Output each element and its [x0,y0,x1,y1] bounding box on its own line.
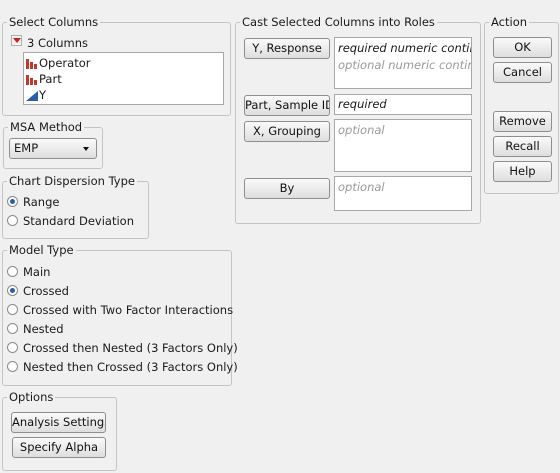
msa-method-title: MSA Method [8,120,85,135]
radio-selected-icon[interactable] [7,196,18,207]
remove-button[interactable]: Remove [493,111,552,132]
y-response-field[interactable]: required numeric continu optional numeri… [334,37,472,89]
msa-method-dropdown[interactable]: EMP [9,138,97,159]
by-button[interactable]: By [244,178,330,199]
model-option-crossed-then-nested[interactable]: Crossed then Nested (3 Factors Only) [7,339,238,356]
x-grouping-field[interactable]: optional [334,119,472,172]
option-label: Crossed [23,283,69,298]
model-option-nested[interactable]: Nested [7,320,64,337]
column-item-y[interactable]: Y [26,87,46,103]
radio-icon[interactable] [7,304,18,315]
column-item-label: Part [39,72,62,86]
specify-alpha-button[interactable]: Specify Alpha [12,437,106,458]
option-label: Standard Deviation [23,213,134,228]
column-item-label: Y [39,88,47,102]
cast-roles-panel: Cast Selected Columns into Roles Y, Resp… [235,15,481,224]
x-grouping-button[interactable]: X, Grouping [244,121,330,142]
model-option-main[interactable]: Main [7,263,50,280]
help-button[interactable]: Help [493,161,552,182]
part-sample-id-field[interactable]: required [334,94,472,115]
columns-menu-red-triangle-icon[interactable] [11,35,22,46]
options-title: Options [7,390,56,405]
chevron-down-icon [83,147,89,151]
analysis-settings-button[interactable]: Analysis Settings [11,412,106,433]
radio-icon[interactable] [7,266,18,277]
column-item-label: Operator [39,56,91,70]
option-label: Crossed with Two Factor Interactions [23,302,234,317]
part-sample-id-text: required [338,97,387,111]
by-field[interactable]: optional [334,176,472,211]
ok-button[interactable]: OK [493,37,552,58]
select-columns-panel: Select Columns 3 Columns Operator Part Y [2,15,231,116]
radio-icon[interactable] [7,323,18,334]
by-text: optional [338,180,385,194]
option-label: Nested [23,321,64,336]
recall-button[interactable]: Recall [493,136,552,157]
select-columns-title: Select Columns [7,15,101,30]
columns-count-label: 3 Columns [27,36,89,50]
model-option-nested-then-crossed[interactable]: Nested then Crossed (3 Factors Only) [7,358,238,375]
option-label: Nested then Crossed (3 Factors Only) [23,359,238,374]
action-title: Action [489,15,530,30]
chart-dispersion-panel: Chart Dispersion Type Range Standard Dev… [2,174,149,239]
continuous-triangle-icon [26,89,38,101]
cancel-button[interactable]: Cancel [493,62,552,83]
columns-listbox[interactable]: Operator Part Y [23,52,224,105]
radio-icon[interactable] [7,361,18,372]
chart-dispersion-title: Chart Dispersion Type [7,174,137,189]
nominal-bar-icon [26,57,38,69]
option-label: Main [23,264,51,279]
model-option-crossed[interactable]: Crossed [7,282,69,299]
model-type-title: Model Type [7,243,76,258]
x-grouping-text: optional [338,123,385,137]
model-type-panel: Model Type Main Crossed Crossed with Two… [2,243,238,386]
radio-icon[interactable] [7,215,18,226]
nominal-bar-icon [26,73,38,85]
y-response-required-text: required numeric continu [338,41,472,55]
dispersion-option-range[interactable]: Range [7,193,59,210]
column-item-part[interactable]: Part [26,71,62,87]
radio-selected-icon[interactable] [7,285,18,296]
dispersion-option-standard-deviation[interactable]: Standard Deviation [7,212,134,229]
y-response-button[interactable]: Y, Response [244,38,330,59]
y-response-optional-text: optional numeric continu [338,58,472,72]
part-sample-id-button[interactable]: Part, Sample ID [244,95,330,116]
column-item-operator[interactable]: Operator [26,55,90,71]
action-panel: Action OK Cancel Remove Recall Help [484,15,559,194]
model-option-crossed-two-factor[interactable]: Crossed with Two Factor Interactions [7,301,233,318]
msa-method-panel: MSA Method EMP [3,120,103,169]
msa-method-value: EMP [14,141,39,155]
option-label: Crossed then Nested (3 Factors Only) [23,340,238,355]
options-panel: Options Analysis Settings Specify Alpha [2,390,117,471]
cast-roles-title: Cast Selected Columns into Roles [240,15,437,30]
radio-icon[interactable] [7,342,18,353]
option-label: Range [23,194,60,209]
